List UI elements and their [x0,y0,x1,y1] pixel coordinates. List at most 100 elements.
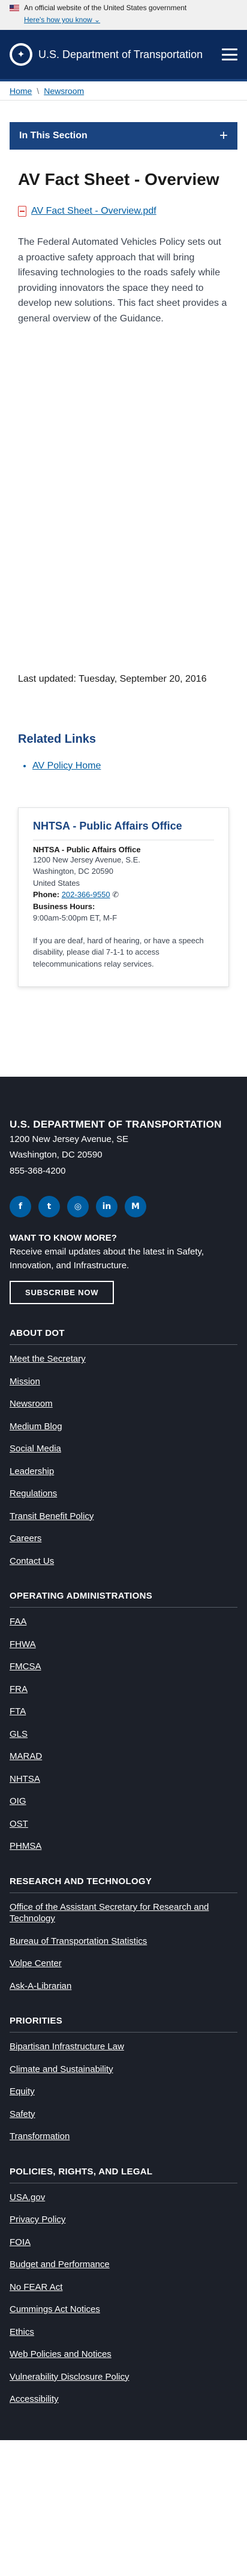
list-item: FTA [10,1706,237,1718]
linkedin-icon[interactable]: in [96,1196,118,1218]
list-item: Office of the Assistant Secretary for Re… [10,1901,237,1925]
list-item: No FEAR Act [10,2282,237,2294]
footer-link[interactable]: MARAD [10,1751,42,1761]
footer-link[interactable]: USA.gov [10,2192,45,2203]
footer-link[interactable]: Accessibility [10,2394,59,2404]
howknow-link[interactable]: Here's how you know ⌄ [24,16,100,24]
footer-phone: 855-368-4200 [10,1165,66,1176]
footer-link[interactable]: Office of the Assistant Secretary for Re… [10,1902,209,1924]
footer-link[interactable]: Bipartisan Infrastructure Law [10,2042,124,2052]
contact-country: United States [33,878,80,888]
footer-link[interactable]: Meet the Secretary [10,1354,86,1364]
footer-link[interactable]: OIG [10,1796,26,1806]
footer-link[interactable]: No FEAR Act [10,2282,62,2292]
page-title: AV Fact Sheet - Overview [18,170,219,189]
menu-icon[interactable] [222,48,237,60]
footer-link[interactable]: Social Media [10,1444,61,1454]
business-hours: 9:00am-5:00pm ET, M-F [33,913,118,923]
twitter-icon[interactable]: t [38,1196,60,1218]
footer-link[interactable]: Mission [10,1377,40,1387]
footer-link[interactable]: FRA [10,1684,28,1694]
list-item: Safety [10,2109,237,2121]
footer-section-title: RESEARCH AND TECHNOLOGY [10,1876,237,1893]
list-item: Careers [10,1533,237,1545]
breadcrumb-separator: \ [37,86,40,96]
list-item: Ethics [10,2326,237,2338]
footer-link[interactable]: Transformation [10,2131,70,2141]
last-updated: Last updated: Tuesday, September 20, 201… [18,673,207,684]
breadcrumb-newsroom[interactable]: Newsroom [44,86,84,96]
facebook-icon[interactable]: f [10,1196,31,1218]
footer-link[interactable]: PHMSA [10,1841,41,1851]
footer-link[interactable]: FAA [10,1617,26,1627]
footer-link[interactable]: Volpe Center [10,1958,62,1969]
list-item: FMCSA [10,1661,237,1673]
list-item: Equity [10,2086,237,2098]
breadcrumb: Home \ Newsroom [0,81,247,101]
site-header: ✦ U.S. Department of Transportation [0,30,247,81]
pdf-download: AV Fact Sheet - Overview.pdf [18,206,229,217]
list-item: Web Policies and Notices [10,2349,237,2361]
footer-link[interactable]: Careers [10,1533,41,1544]
footer-address2: Washington, DC 20590 [10,1150,103,1161]
pdf-file-icon [18,206,26,217]
list-item: Ask-A-Librarian [10,1980,237,1992]
footer-section-title: PRIORITIES [10,2016,237,2033]
phone-link[interactable]: 202-366-9550 [62,890,110,899]
list-item: AV Policy Home [32,761,229,771]
footer-link[interactable]: Transit Benefit Policy [10,1511,94,1521]
footer-link[interactable]: Cummings Act Notices [10,2304,100,2314]
footer-link[interactable]: Equity [10,2086,35,2097]
instagram-icon[interactable]: ◎ [67,1196,89,1218]
footer-link[interactable]: Safety [10,2109,35,2119]
footer-link[interactable]: Leadership [10,1466,54,1477]
footer-section-title: ABOUT DOT [10,1328,237,1345]
subscribe-button[interactable]: SUBSCRIBE NOW [10,1281,115,1305]
footer-address1: 1200 New Jersey Avenue, SE [10,1134,129,1144]
footer-link[interactable]: Vulnerability Disclosure Policy [10,2372,129,2382]
footer-link[interactable]: Budget and Performance [10,2259,110,2270]
brand-logo-link[interactable]: ✦ U.S. Department of Transportation [10,43,203,66]
list-item: Climate and Sustainability [10,2064,237,2076]
pdf-link[interactable]: AV Fact Sheet - Overview.pdf [31,206,156,217]
footer-link[interactable]: Contact Us [10,1556,54,1566]
list-item: Leadership [10,1466,237,1478]
social-links: f t ◎ in M [10,1196,237,1218]
footer-link[interactable]: OST [10,1819,28,1829]
footer-link[interactable]: FMCSA [10,1661,41,1672]
contact-address2: Washington, DC 20590 [33,867,113,876]
medium-icon[interactable]: M [125,1196,146,1218]
footer-link[interactable]: Privacy Policy [10,2214,65,2225]
contact-card: NHTSA - Public Affairs Office NHTSA - Pu… [18,807,229,987]
in-this-section-label: In This Section [19,130,88,141]
footer-link[interactable]: Newsroom [10,1399,53,1409]
list-item: Transformation [10,2131,237,2143]
want-to-know-title: WANT TO KNOW MORE? [10,1233,117,1244]
footer-link[interactable]: FOIA [10,2237,31,2247]
footer-link[interactable]: FTA [10,1706,26,1717]
footer-link[interactable]: NHTSA [10,1774,40,1784]
in-this-section-toggle[interactable]: In This Section + [10,122,237,150]
list-item: Budget and Performance [10,2259,237,2271]
footer-link[interactable]: Web Policies and Notices [10,2349,112,2359]
footer-link[interactable]: Ask-A-Librarian [10,1981,71,1991]
footer-link[interactable]: Bureau of Transportation Statistics [10,1936,147,1946]
footer-link[interactable]: Medium Blog [10,1421,62,1432]
chevron-down-icon: ⌄ [94,16,101,24]
footer-link[interactable]: FHWA [10,1639,36,1650]
list-item: Contact Us [10,1556,237,1568]
footer-dot-name: U.S. DEPARTMENT OF TRANSPORTATION [10,1118,222,1130]
list-item: Mission [10,1376,237,1388]
breadcrumb-home[interactable]: Home [10,86,32,96]
phone-icon: ✆ [112,890,119,900]
footer-link[interactable]: Climate and Sustainability [10,2064,113,2074]
related-link-av-policy-home[interactable]: AV Policy Home [32,761,101,771]
footer-link[interactable]: Ethics [10,2327,34,2337]
list-item: OST [10,1818,237,1830]
list-item: Cummings Act Notices [10,2304,237,2316]
footer-link[interactable]: Regulations [10,1489,57,1499]
contact-org: NHTSA - Public Affairs Office [33,845,141,854]
footer-link[interactable]: GLS [10,1729,28,1739]
site-title: U.S. Department of Transportation [38,48,203,60]
list-item: Bureau of Transportation Statistics [10,1936,237,1948]
